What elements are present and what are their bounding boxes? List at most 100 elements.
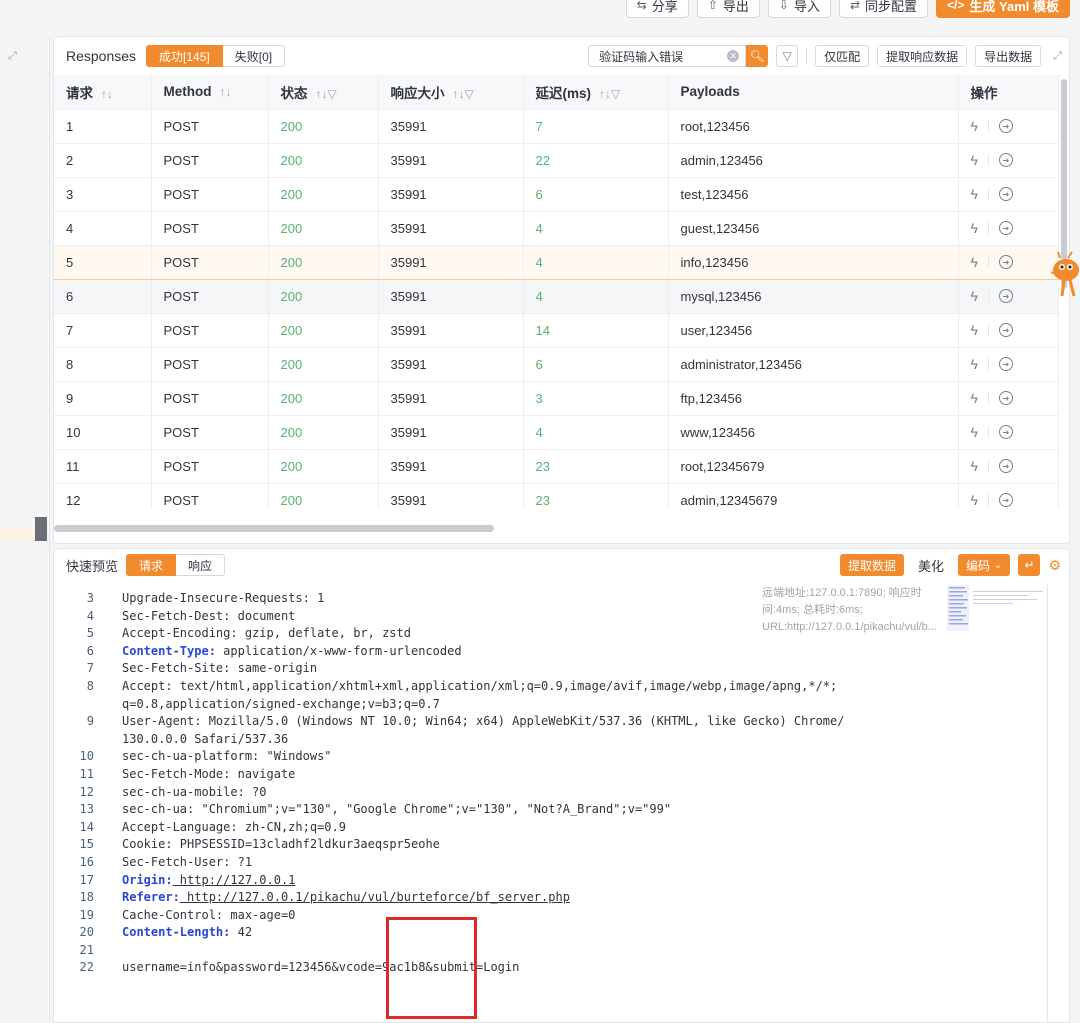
row-actions: ϟ ➔ — [971, 458, 1058, 474]
sort-filter-icon[interactable]: ↑↓▽ — [599, 87, 620, 101]
arrow-right-circle-icon[interactable]: ➔ — [998, 119, 1013, 133]
col-method[interactable]: Method ↑↓ — [151, 75, 269, 110]
cell-delay: 23 — [523, 449, 669, 484]
col-delay[interactable]: 延迟(ms) ↑↓▽ — [523, 75, 669, 110]
sort-icon[interactable]: ↑↓ — [101, 87, 113, 101]
mascot-icon[interactable] — [1046, 250, 1080, 302]
left-scrollbar[interactable] — [0, 517, 47, 541]
arrow-right-circle-icon[interactable]: ➔ — [998, 323, 1013, 337]
arrow-right-circle-icon[interactable]: ➔ — [998, 221, 1013, 235]
line-number: 18 — [79, 890, 94, 905]
arrow-right-circle-icon[interactable]: ➔ — [998, 493, 1013, 507]
extract-response-button[interactable]: 提取响应数据 — [877, 45, 968, 67]
table-row[interactable]: 3 POST 200 35991 6 test,123456 ϟ ➔ — [54, 177, 1059, 212]
tab-success[interactable]: 成功[145] — [146, 45, 223, 67]
cell-payload: info,123456 — [668, 244, 959, 280]
search-button[interactable]: 🔍︎ — [746, 45, 769, 67]
table-row[interactable]: 12 POST 200 35991 23 admin,12345679 ϟ ➔ — [54, 483, 1059, 509]
lightning-icon[interactable]: ϟ — [971, 492, 978, 508]
tab-request[interactable]: 请求 — [126, 554, 177, 576]
filter-button[interactable]: ▽ — [776, 45, 799, 67]
code-line: 19 Cache-Control: max-age=0 — [54, 907, 1049, 925]
col-size[interactable]: 响应大小 ↑↓▽ — [378, 75, 524, 110]
table-row[interactable]: 11 POST 200 35991 23 root,12345679 ϟ ➔ — [54, 449, 1059, 484]
sort-filter-icon[interactable]: ↑↓▽ — [316, 87, 337, 101]
action-divider — [987, 392, 989, 404]
request-info: 远端地址:127.0.0.1:7890; 响应时间:4ms; 总耗时:6ms; … — [762, 587, 937, 633]
extract-data-button[interactable]: 提取数据 — [840, 554, 905, 576]
lightning-icon[interactable]: ϟ — [971, 356, 978, 372]
wrap-button[interactable]: ↵ — [1018, 554, 1041, 576]
cell-payload: ftp,123456 — [668, 381, 959, 416]
generate-yaml-button[interactable]: </> 生成 Yaml 模板 — [936, 0, 1070, 18]
sync-config-button[interactable]: ⇄ 同步配置 — [838, 0, 929, 18]
header-key: Accept-Encoding: — [122, 626, 238, 641]
clear-icon[interactable]: ✕ — [727, 50, 740, 62]
export-data-button[interactable]: 导出数据 — [975, 45, 1042, 67]
header-value: gzip, deflate, br, zstd — [237, 626, 411, 641]
code-line: 15 Cookie: PHPSESSID=13cladhf2ldkur3aeqsp… — [54, 836, 1049, 854]
arrow-right-circle-icon[interactable]: ➔ — [998, 357, 1013, 371]
cell-method: POST — [151, 143, 269, 178]
tab-response[interactable]: 响应 — [176, 554, 226, 576]
beautify-button[interactable]: 美化 — [912, 554, 950, 576]
table-row[interactable]: 2 POST 200 35991 22 admin,123456 ϟ ➔ — [54, 143, 1059, 178]
lightning-icon[interactable]: ϟ — [971, 458, 978, 474]
lightning-icon[interactable]: ϟ — [971, 220, 978, 236]
code-text: Accept-Language: zh-CN,zh;q=0.9 — [122, 819, 1049, 837]
cell-method: POST — [151, 449, 269, 484]
share-button[interactable]: ⇆ 分享 — [625, 0, 689, 18]
sort-filter-icon[interactable]: ↑↓▽ — [453, 87, 474, 101]
import-button[interactable]: ⇩ 导入 — [767, 0, 831, 18]
table-row[interactable]: 7 POST 200 35991 14 user,123456 ϟ ➔ — [54, 313, 1059, 348]
col-status[interactable]: 状态 ↑↓▽ — [268, 75, 379, 110]
arrow-right-circle-icon[interactable]: ➔ — [998, 425, 1013, 439]
lightning-icon[interactable]: ϟ — [971, 424, 978, 440]
sort-icon[interactable]: ↑↓ — [220, 85, 232, 99]
table-row[interactable]: 4 POST 200 35991 4 guest,123456 ϟ ➔ — [54, 211, 1059, 246]
col-payloads[interactable]: Payloads — [668, 75, 959, 110]
tab-fail[interactable]: 失败[0] — [222, 45, 286, 67]
lightning-icon[interactable]: ϟ — [971, 118, 978, 134]
table-row[interactable]: 8 POST 200 35991 6 administrator,123456 ϟ ➔ — [54, 347, 1059, 382]
arrow-right-circle-icon[interactable]: ➔ — [998, 187, 1013, 201]
encode-dropdown[interactable]: 编码 ⌄ — [958, 554, 1011, 576]
horizontal-scrollbar[interactable] — [54, 525, 494, 532]
lightning-icon[interactable]: ϟ — [971, 322, 978, 338]
export-button[interactable]: ⇧ 导出 — [696, 0, 760, 18]
match-only-button[interactable]: 仅匹配 — [815, 45, 870, 67]
table-row[interactable]: 5 POST 200 35991 4 info,123456 ϟ ➔ — [54, 244, 1059, 280]
arrow-right-circle-icon[interactable]: ➔ — [998, 459, 1013, 473]
arrow-right-circle-icon[interactable]: ➔ — [998, 255, 1013, 269]
lightning-icon[interactable]: ϟ — [971, 288, 978, 304]
code-minimap[interactable] — [947, 585, 1047, 631]
action-divider — [987, 324, 989, 336]
gear-icon[interactable]: ⚙ — [1048, 557, 1061, 574]
expand-panel-icon[interactable]: ⤢ — [1053, 50, 1062, 63]
row-actions: ϟ ➔ — [971, 424, 1058, 440]
responses-table-body: 1 POST 200 35991 7 root,123456 ϟ ➔ 2 POST 200 35991… — [54, 109, 1059, 509]
request-editor[interactable]: 3 Upgrade-Insecure-Requests: 1 4 Sec-Fetch-… — [54, 583, 1049, 1023]
cell-status: 200 — [268, 109, 379, 144]
lightning-icon[interactable]: ϟ — [971, 254, 978, 270]
cell-size: 35991 — [378, 449, 524, 484]
lightning-icon[interactable]: ϟ — [971, 186, 978, 202]
table-row[interactable]: 9 POST 200 35991 3 ftp,123456 ϟ ➔ — [54, 381, 1059, 416]
header-value[interactable]: http://127.0.0.1/pikachu/vul/burteforce/… — [180, 890, 570, 904]
table-row[interactable]: 1 POST 200 35991 7 root,123456 ϟ ➔ — [54, 109, 1059, 144]
lightning-icon[interactable]: ϟ — [971, 152, 978, 168]
arrow-right-circle-icon[interactable]: ➔ — [998, 391, 1013, 405]
arrow-right-circle-icon[interactable]: ➔ — [998, 153, 1013, 167]
table-row[interactable]: 6 POST 200 35991 4 mysql,123456 ϟ ➔ — [54, 279, 1059, 314]
arrow-right-circle-icon[interactable]: ➔ — [998, 289, 1013, 303]
col-request[interactable]: 请求 ↑↓ — [54, 75, 152, 110]
cell-actions: ϟ ➔ — [958, 109, 1059, 144]
editor-scrollbar[interactable] — [1047, 583, 1057, 1023]
expand-icon[interactable]: ⤢ — [8, 50, 17, 63]
header-value[interactable]: http://127.0.0.1 — [173, 873, 296, 887]
search-input[interactable] — [599, 49, 728, 63]
table-row[interactable]: 10 POST 200 35991 4 www,123456 ϟ ➔ — [54, 415, 1059, 450]
cell-actions: ϟ ➔ — [958, 244, 1059, 280]
action-divider — [987, 358, 989, 370]
lightning-icon[interactable]: ϟ — [971, 390, 978, 406]
